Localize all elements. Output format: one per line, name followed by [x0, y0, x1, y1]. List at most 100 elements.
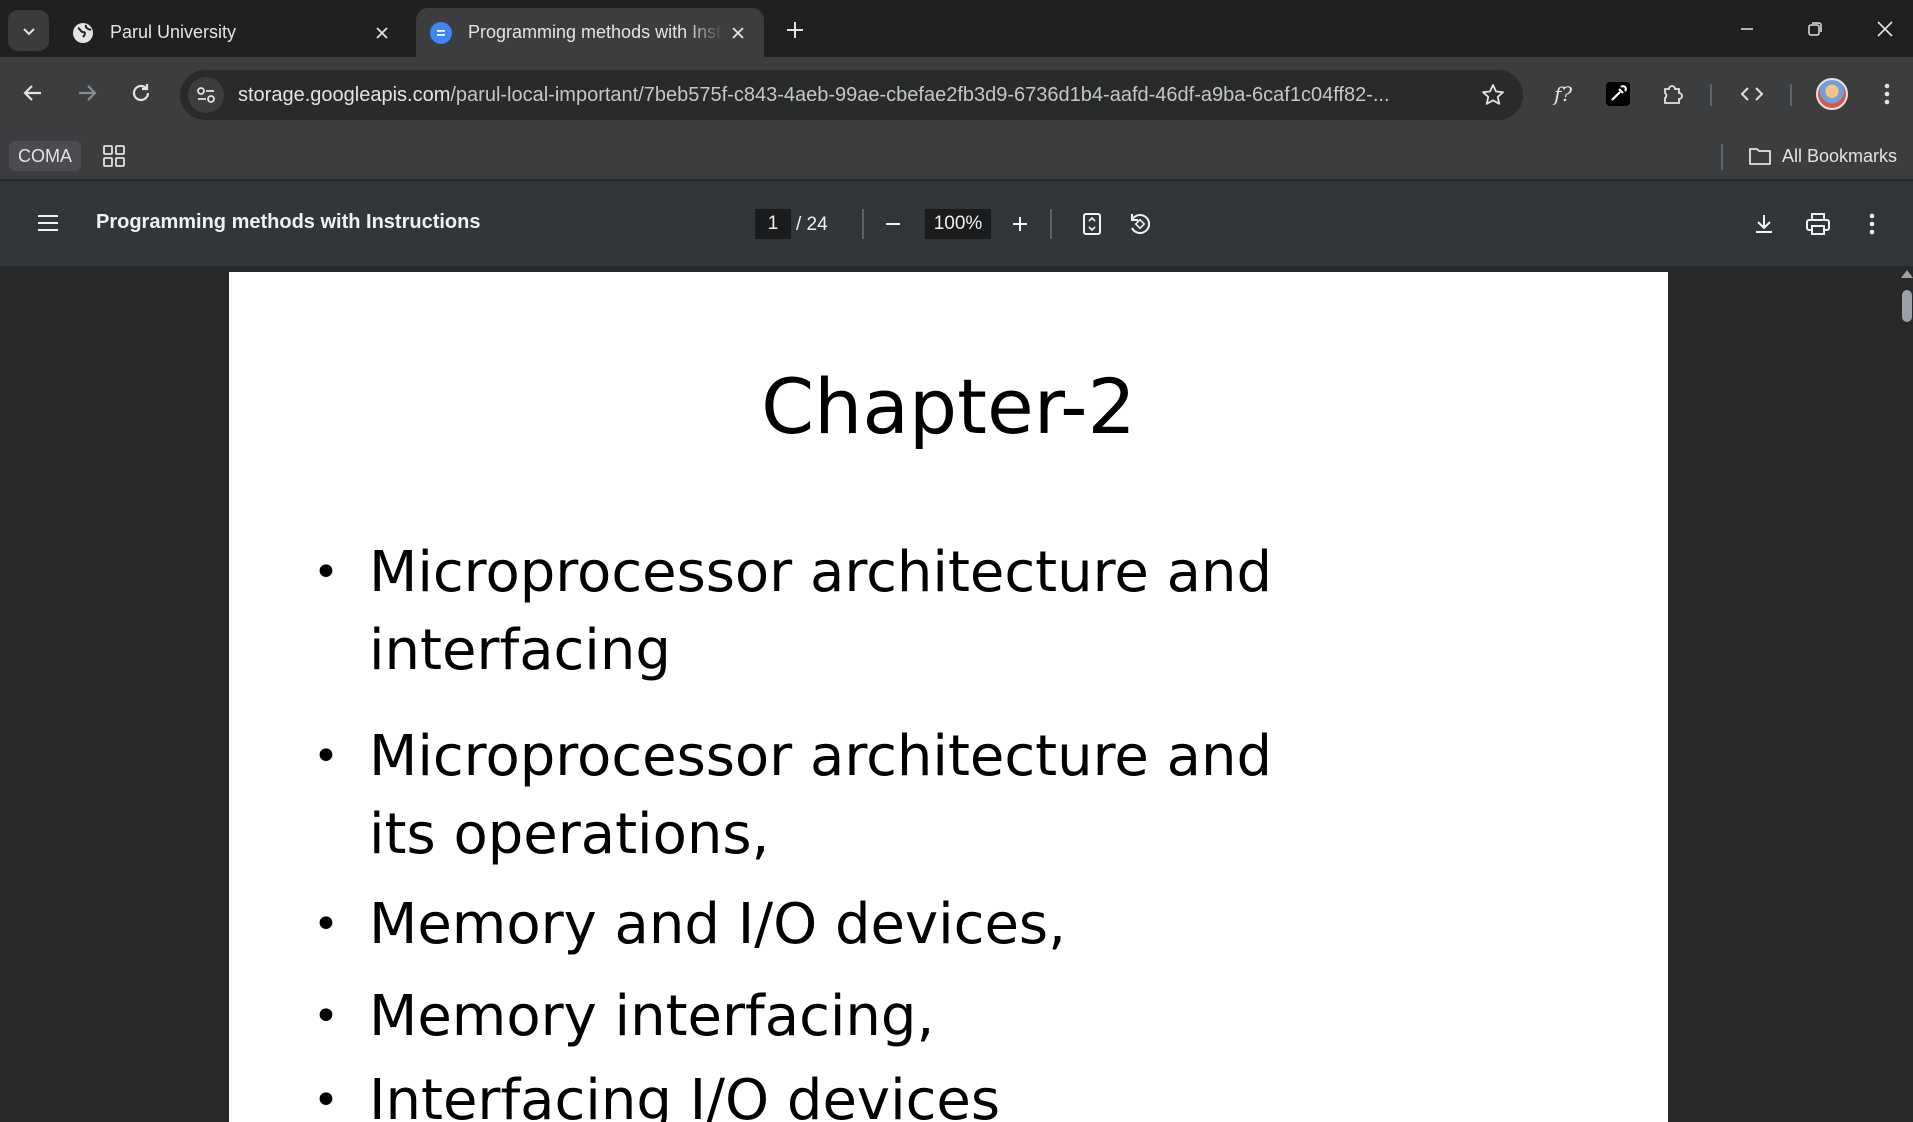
pdf-document-title: Programming methods with Instructions [96, 211, 481, 233]
puzzle-icon [1664, 85, 1683, 104]
bookmarks-bar: COMA All Bookmarks [0, 132, 1913, 180]
reload-icon [132, 84, 150, 102]
fit-page-icon [1083, 213, 1101, 235]
pdf-toolbar-divider [1050, 209, 1052, 239]
arrow-left-icon [23, 85, 41, 101]
pdf-document-area[interactable]: Chapter-2 • Microprocessor architecture … [0, 266, 1913, 1122]
zoom-level-input[interactable]: 100% [925, 209, 991, 239]
star-icon [1482, 84, 1504, 105]
url-path: /parul-local-important/7beb575f-c843-4ae… [450, 83, 1390, 106]
globe-icon [73, 22, 93, 43]
tune-icon [197, 87, 215, 103]
all-bookmarks-label: All Bookmarks [1782, 145, 1898, 166]
zoom-in-button[interactable] [1001, 205, 1039, 243]
toolbar-divider [1710, 84, 1712, 106]
list-item: • Microprocessor architecture and interf… [313, 534, 1549, 690]
page-total-label: / 24 [796, 214, 828, 235]
scroll-up-arrow-icon[interactable] [1901, 270, 1913, 278]
more-vertical-icon [1869, 213, 1875, 235]
function-icon: f? [1552, 82, 1572, 106]
tab-parul-university[interactable]: Parul University [58, 8, 408, 57]
bullet-icon: • [313, 1075, 339, 1122]
list-item: • Memory interfacing, [313, 978, 1549, 1056]
url-host: storage.googleapis.com [238, 83, 451, 106]
pdf-page: Chapter-2 • Microprocessor architecture … [229, 272, 1668, 1122]
eyedropper-icon [1606, 82, 1630, 106]
bookmark-coma[interactable]: COMA [9, 141, 81, 171]
zoom-out-button[interactable] [874, 205, 912, 243]
pdf-more-options-button[interactable] [1853, 205, 1891, 243]
rotate-button[interactable] [1121, 205, 1159, 243]
browser-toolbar: storage.googleapis.com/parul-local-impor… [0, 57, 1913, 132]
download-icon [1756, 215, 1772, 233]
more-vertical-icon [1884, 83, 1890, 105]
grid-icon [103, 145, 125, 167]
tab-strip: Parul University Programming methods wit… [0, 0, 1913, 57]
restore-button[interactable] [1792, 12, 1838, 46]
browser-menu-button[interactable] [1868, 75, 1906, 113]
arrow-right-icon [79, 85, 97, 101]
list-item: • Microprocessor architecture and its op… [313, 718, 1329, 874]
list-item-text: Memory and I/O devices, [369, 892, 1066, 957]
url-text[interactable]: storage.googleapis.com/parul-local-impor… [238, 84, 1463, 107]
address-bar[interactable]: storage.googleapis.com/parul-local-impor… [180, 70, 1523, 120]
font-extension-button[interactable]: f? [1545, 75, 1583, 113]
extensions-button[interactable] [1654, 75, 1692, 113]
color-picker-button[interactable] [1599, 75, 1637, 113]
minus-icon [886, 223, 900, 225]
close-window-button[interactable] [1862, 12, 1908, 46]
chevron-down-icon [22, 27, 35, 35]
docs-icon [430, 21, 452, 44]
profile-avatar[interactable] [1816, 78, 1848, 110]
list-item-text: Microprocessor architecture and interfac… [369, 540, 1272, 683]
reload-button[interactable] [121, 73, 161, 113]
tab-title: Parul University [110, 22, 237, 42]
fit-to-page-button[interactable] [1073, 205, 1111, 243]
printer-icon [1806, 213, 1830, 235]
svg-text:f?: f? [1552, 82, 1572, 106]
page-number-input[interactable]: 1 [755, 209, 791, 239]
close-icon [1877, 21, 1893, 37]
tab-programming-methods[interactable]: Programming methods with Instructions [416, 8, 764, 57]
plus-icon [787, 22, 803, 38]
rotate-icon [1131, 214, 1151, 234]
bullet-icon: • [313, 991, 339, 1042]
site-info-button[interactable] [188, 77, 224, 113]
pdf-sidebar-menu-button[interactable] [28, 203, 68, 243]
list-item-text: Microprocessor architecture and its oper… [369, 724, 1272, 867]
list-item: • Memory and I/O devices, [313, 886, 1549, 964]
tab-close-button[interactable] [368, 19, 396, 47]
hamburger-menu-icon [38, 215, 58, 231]
new-tab-button[interactable] [780, 15, 810, 45]
restore-icon [1808, 22, 1822, 36]
pdf-toolbar: Programming methods with Instructions 1 … [0, 181, 1913, 266]
download-button[interactable] [1745, 205, 1783, 243]
close-icon [376, 26, 388, 39]
list-item: • Interfacing I/O devices [313, 1062, 1549, 1122]
folder-icon [1749, 148, 1771, 165]
all-bookmarks-button[interactable]: All Bookmarks [1748, 141, 1897, 171]
apps-button[interactable] [100, 142, 128, 170]
back-button[interactable] [13, 73, 53, 113]
bullet-icon: • [313, 731, 339, 782]
list-item-text: Memory interfacing, [369, 984, 935, 1049]
close-icon [732, 26, 744, 39]
pdf-toolbar-divider [862, 209, 864, 239]
scrollbar-thumb[interactable] [1902, 290, 1912, 322]
minimize-button[interactable] [1724, 12, 1770, 46]
toolbar-divider [1790, 84, 1792, 106]
print-button[interactable] [1799, 205, 1837, 243]
list-item-text: Interfacing I/O devices [369, 1068, 1001, 1122]
bullet-icon: • [313, 547, 339, 598]
tab-title: Programming methods with Instructions [468, 22, 724, 42]
devtools-button[interactable] [1733, 75, 1771, 113]
tab-close-button[interactable] [724, 19, 752, 47]
bookmark-star-button[interactable] [1479, 81, 1507, 109]
forward-button[interactable] [67, 73, 107, 113]
minimize-icon [1741, 28, 1753, 30]
tab-search-button[interactable] [8, 10, 49, 51]
plus-icon [1013, 217, 1027, 231]
document-scrollbar[interactable] [1898, 266, 1913, 1122]
code-icon [1740, 87, 1764, 101]
bookmarks-divider [1721, 144, 1723, 170]
